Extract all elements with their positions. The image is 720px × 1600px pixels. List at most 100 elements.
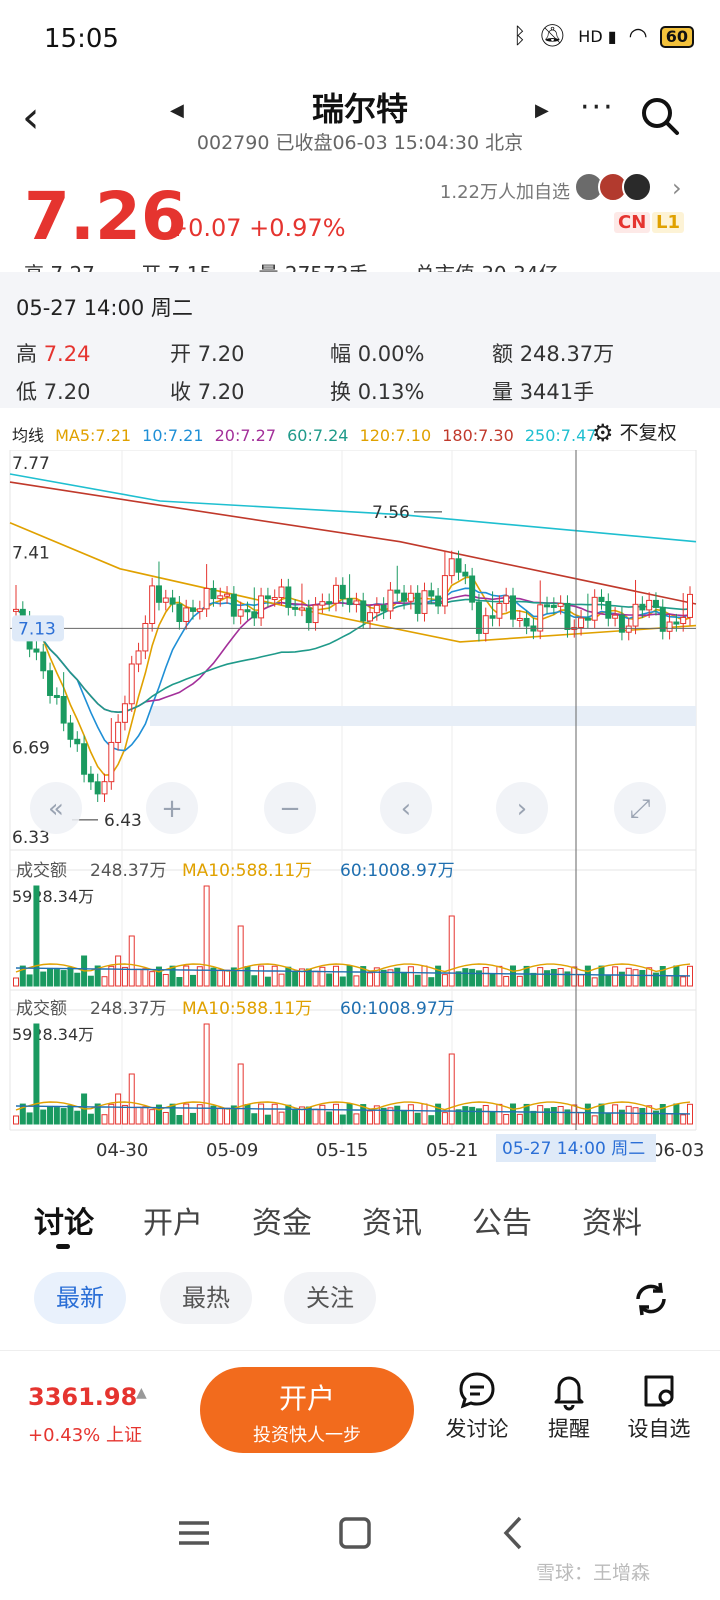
amount1-bar: [258, 965, 265, 987]
amount1-bar: [217, 969, 224, 987]
ma-line: [15, 576, 691, 776]
amount2-bar: [244, 1104, 251, 1125]
tab-funds[interactable]: 资金: [252, 1198, 312, 1242]
candle-body: [251, 611, 258, 619]
amount1-bar: [612, 966, 619, 987]
scroll-left-fast-icon[interactable]: «: [30, 782, 82, 834]
search-icon[interactable]: [640, 96, 680, 136]
amount2-bar: [40, 1109, 47, 1125]
candle-body: [196, 608, 203, 612]
amount2-ma60: 60:1008.97万: [340, 999, 455, 1019]
open-account-button[interactable]: 开户 投资快人一步: [200, 1367, 414, 1453]
alert-button[interactable]: 提醒: [524, 1367, 614, 1443]
candle-body: [564, 602, 571, 631]
amount1-bar: [557, 968, 564, 987]
add-watchlist-button[interactable]: 设自选: [614, 1367, 704, 1443]
candle-body: [33, 648, 40, 653]
zoom-out-icon[interactable]: −: [264, 782, 316, 834]
follower-avatars[interactable]: [574, 172, 652, 202]
candle-body: [421, 590, 428, 614]
amount1-bar: [264, 976, 271, 987]
amount1-bar: [53, 969, 60, 987]
home-icon[interactable]: [338, 1516, 372, 1550]
tab-news[interactable]: 资讯: [362, 1198, 422, 1242]
candle-body: [339, 584, 346, 600]
candle-body: [496, 602, 503, 619]
candle-body: [598, 596, 605, 603]
filter-hot[interactable]: 最热: [160, 1272, 252, 1324]
candle-body: [319, 601, 326, 606]
amount1-bar: [33, 885, 40, 987]
filter-chips: 最新 最热 关注: [0, 1272, 720, 1326]
amount2-bar: [60, 1108, 67, 1125]
control-glyph: −: [279, 794, 301, 824]
avatar: [622, 172, 652, 202]
tooltip-amplitude: 幅 0.00%: [330, 342, 425, 366]
stat-open: 开 7.15: [141, 262, 212, 272]
tooltip-open: 开 7.20: [170, 342, 245, 366]
tab-open-account[interactable]: 开户: [143, 1198, 203, 1242]
post-discussion-button[interactable]: 发讨论: [432, 1367, 522, 1443]
candle-body: [387, 589, 394, 612]
amount1-bar: [251, 975, 258, 987]
amount1-bar: [598, 965, 605, 987]
amount1-bar: [578, 974, 585, 987]
amount1-bar: [87, 975, 94, 987]
ma-line: [15, 594, 691, 714]
filter-following[interactable]: 关注: [284, 1272, 376, 1324]
candle-body: [183, 607, 190, 622]
candle-body: [224, 593, 231, 597]
candle-body: [74, 738, 81, 745]
index-change[interactable]: +0.43% 上证: [28, 1421, 142, 1447]
bell-icon: [554, 1376, 584, 1411]
nav-back-icon[interactable]: [500, 1514, 526, 1552]
tab-profile[interactable]: 资料: [582, 1198, 642, 1242]
amount2-bar: [401, 1109, 408, 1125]
amount2-bar: [509, 1103, 516, 1125]
candle-body: [128, 663, 135, 705]
candle-body: [190, 607, 197, 612]
amount1-bar: [625, 967, 632, 987]
amount2-bar: [516, 1113, 523, 1125]
zoom-in-icon[interactable]: +: [146, 782, 198, 834]
followers-count[interactable]: 1.22万人加自选: [440, 178, 570, 204]
alert-label: 提醒: [548, 1417, 590, 1441]
candle-body: [380, 604, 387, 612]
amount1-value: 248.37万: [90, 861, 166, 881]
next-stock-icon[interactable]: ▶: [535, 100, 549, 121]
candle-body: [550, 604, 557, 608]
amount2-bar: [394, 1105, 401, 1125]
tab-discussion[interactable]: 讨论: [34, 1198, 94, 1242]
amount2-bar: [448, 1053, 455, 1125]
amount2-bar: [142, 1106, 149, 1125]
refresh-icon[interactable]: [630, 1278, 672, 1320]
amount2-bar: [258, 1103, 265, 1125]
adjust-toggle[interactable]: ⚙ 不复权: [592, 418, 677, 447]
amount1-ma60: 60:1008.97万: [340, 861, 455, 881]
chevron-right-icon[interactable]: ›: [672, 174, 682, 202]
amount2-bar: [87, 1113, 94, 1125]
candle-body: [121, 703, 128, 723]
filter-latest[interactable]: 最新: [34, 1272, 126, 1324]
chart-labels: 7.137.777.416.696.337.566.4304-30 05-09 05…: [10, 450, 704, 1162]
amount1-bar: [149, 971, 156, 987]
more-icon[interactable]: ···: [580, 90, 615, 125]
scroll-left-icon[interactable]: ‹: [380, 782, 432, 834]
amount2-bar: [550, 1106, 557, 1125]
watermark: 雪球：王增森: [536, 1562, 651, 1584]
battery-icon: 60: [659, 25, 694, 48]
scroll-right-icon[interactable]: ›: [496, 782, 548, 834]
candle-body: [537, 604, 544, 632]
menu-icon[interactable]: [176, 1518, 212, 1548]
index-value[interactable]: 3361.98: [28, 1383, 137, 1411]
crosshair-date: 05-27 14:00 周二: [502, 1139, 645, 1159]
amount-bars-2: 成交额 248.37万 MA10:588.11万 60:1008.97万 5928.34…: [12, 999, 693, 1125]
l1-badge: L1: [652, 212, 684, 233]
amount1-bar: [394, 967, 401, 987]
amount2-bar: [74, 1110, 81, 1125]
tab-announcements[interactable]: 公告: [472, 1198, 532, 1242]
kline-chart[interactable]: 成交额 248.37万 MA10:588.11万 60:1008.97万 5928.34…: [0, 450, 720, 1170]
ma120-value: 120:7.10: [359, 426, 432, 445]
fullscreen-icon[interactable]: ⤢: [614, 782, 666, 834]
candle-body: [503, 595, 510, 604]
